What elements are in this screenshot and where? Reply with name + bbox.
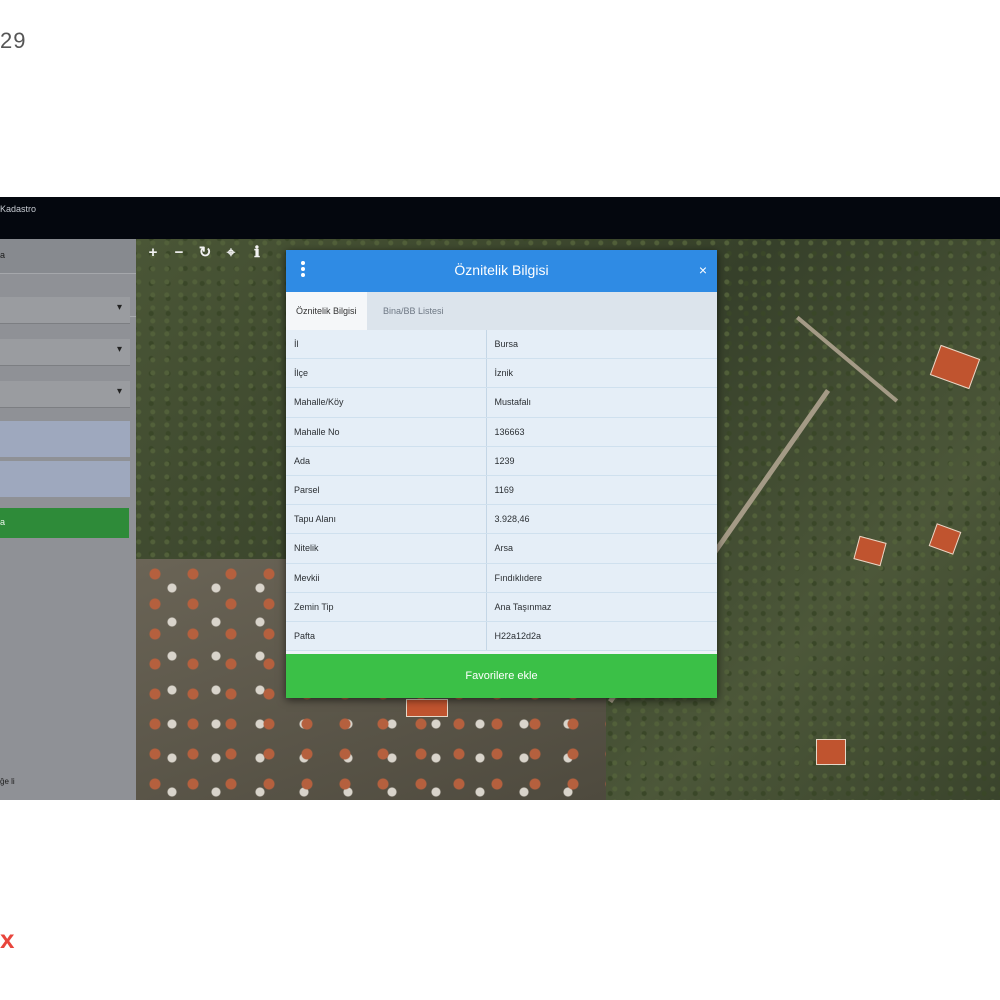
sidebar-select-mahalle[interactable]: ▾	[0, 381, 130, 408]
locate-icon[interactable]: ⌖	[219, 242, 243, 264]
sidebar-header: a	[0, 239, 136, 274]
sidebar-input-ada[interactable]	[0, 421, 130, 457]
attribute-table: İl Bursa İlçe İznik Mahalle/Köy Mustafalı M…	[286, 330, 717, 652]
table-row: Mevkii Fındıklıdere	[286, 563, 717, 593]
chevron-down-icon: ▾	[116, 344, 122, 355]
table-row: İl Bursa	[286, 330, 717, 360]
attribute-value: 1169	[485, 475, 717, 506]
refresh-icon[interactable]: ↻	[193, 242, 217, 264]
sidebar-query-label: a	[0, 517, 6, 527]
tab-attribute-info[interactable]: Öznitelik Bilgisi	[286, 292, 367, 330]
table-row: Parsel 1169	[286, 475, 717, 506]
brand-mark: x	[0, 924, 15, 954]
dialog-tabs: Öznitelik Bilgisi Bina/BB Listesi	[286, 292, 717, 330]
tab-building-list[interactable]: Bina/BB Listesi	[373, 292, 454, 330]
page-number: 29	[0, 28, 27, 53]
zoom-in-icon[interactable]: +	[141, 242, 165, 264]
table-row: Mahalle No 136663	[286, 417, 717, 447]
dialog-header: Öznitelik Bilgisi ×	[286, 250, 717, 292]
map-building	[406, 699, 448, 717]
attribute-label: Ada	[286, 446, 486, 476]
table-row: Mahalle/Köy Mustafalı	[286, 387, 717, 418]
attribute-label: Pafta	[286, 621, 486, 652]
attribute-label: Zemin Tip	[286, 592, 486, 622]
map-building	[928, 523, 962, 555]
chevron-down-icon: ▾	[116, 386, 122, 397]
attribute-value: Ana Taşınmaz	[485, 592, 717, 622]
attribute-dialog: Öznitelik Bilgisi × Öznitelik Bilgisi Bi…	[286, 250, 717, 698]
table-row: Nitelik Arsa	[286, 533, 717, 564]
attribute-value: Fındıklıdere	[485, 563, 717, 593]
attribute-label: Mahalle No	[286, 417, 486, 447]
attribute-value: Mustafalı	[485, 387, 717, 418]
attribute-label: Mahalle/Köy	[286, 387, 486, 418]
table-row: Tapu Alanı 3.928,46	[286, 504, 717, 535]
attribute-value: H22a12d2a	[485, 621, 717, 652]
add-to-favorites-button[interactable]: Favorilere ekle	[286, 654, 717, 698]
sidebar: a ▾ ▾ ▾ a ğe li	[0, 239, 136, 800]
sidebar-select-ilce[interactable]: ▾	[0, 339, 130, 366]
attribute-label: Mevkii	[286, 563, 486, 593]
app-title: Kadastro	[0, 204, 37, 214]
sidebar-footer: ğe li	[0, 777, 15, 786]
sidebar-select-il[interactable]: ▾	[0, 297, 130, 324]
table-row: Pafta H22a12d2a	[286, 621, 717, 652]
attribute-value: 3.928,46	[485, 504, 717, 535]
sidebar-header-label: a	[0, 250, 6, 260]
table-row: İlçe İznik	[286, 358, 717, 389]
sidebar-query-button[interactable]: a	[0, 508, 129, 538]
info-icon[interactable]: ℹ	[245, 242, 269, 264]
attribute-label: İlçe	[286, 358, 486, 389]
attribute-label: Tapu Alanı	[286, 504, 486, 535]
chevron-down-icon: ▾	[116, 302, 122, 313]
map-building	[816, 739, 846, 765]
attribute-label: İl	[286, 330, 486, 360]
top-bar: Kadastro	[0, 197, 1000, 239]
sidebar-input-parsel[interactable]	[0, 461, 130, 497]
map-toolbar: + − ↻ ⌖ ℹ	[141, 242, 269, 264]
zoom-out-icon[interactable]: −	[167, 242, 191, 264]
attribute-value: 136663	[485, 417, 717, 447]
attribute-value: 1239	[485, 446, 717, 476]
attribute-label: Parsel	[286, 475, 486, 506]
map-road	[796, 315, 899, 403]
map-building	[853, 535, 887, 567]
dialog-title: Öznitelik Bilgisi	[454, 262, 549, 278]
table-row: Zemin Tip Ana Taşınmaz	[286, 592, 717, 622]
table-row: Ada 1239	[286, 446, 717, 476]
close-icon[interactable]: ×	[699, 262, 707, 278]
attribute-value: Bursa	[485, 330, 717, 360]
map-building	[929, 344, 981, 390]
attribute-value: Arsa	[485, 533, 717, 564]
attribute-value: İznik	[485, 358, 717, 389]
attribute-label: Nitelik	[286, 533, 486, 564]
